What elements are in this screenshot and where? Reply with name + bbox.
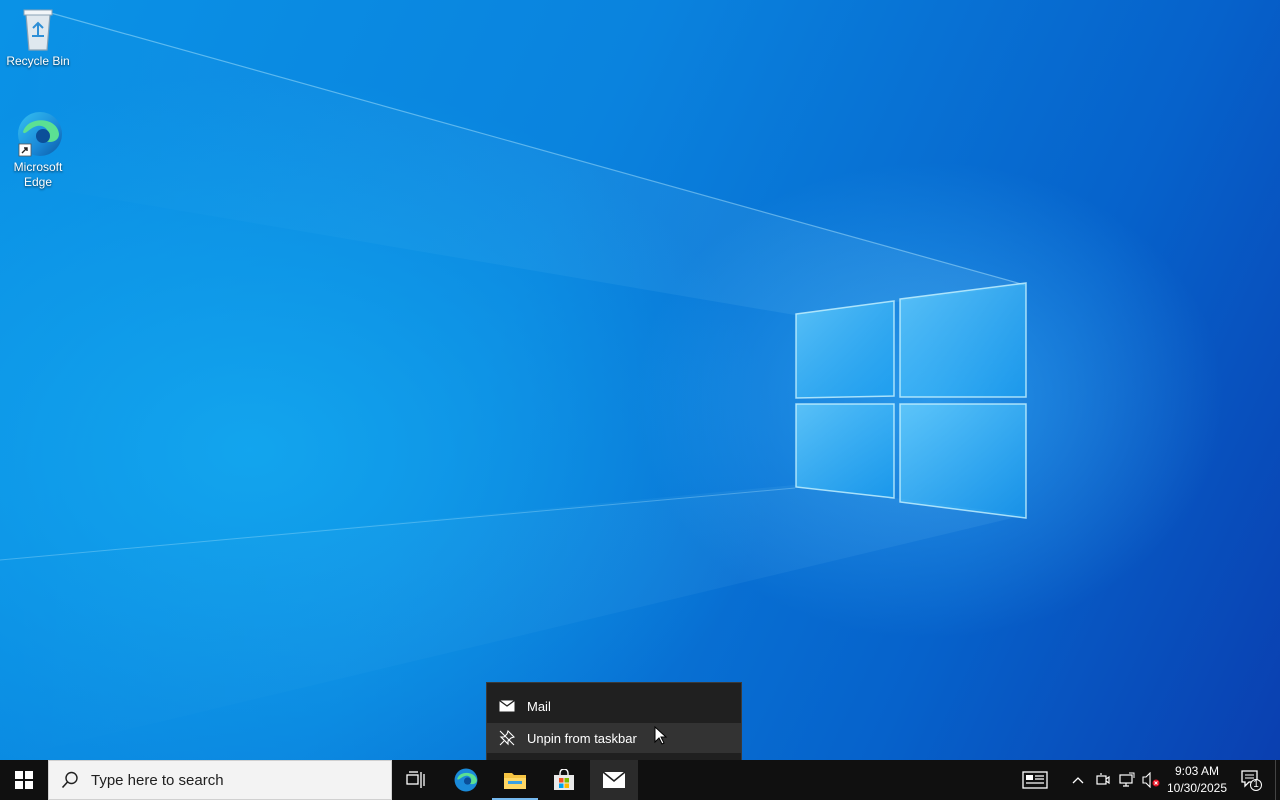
- desktop-wallpaper: Recycle Bin Microsoft Edge: [0, 0, 1280, 760]
- windows-logo-wallpaper: [0, 0, 1027, 760]
- jump-list-app-label: Mail: [527, 698, 551, 714]
- task-view-icon: [406, 771, 425, 788]
- search-placeholder: Type here to search: [91, 771, 224, 789]
- recycle-bin-label: Recycle Bin: [6, 54, 70, 68]
- clock[interactable]: 9:03 AM 10/30/2025: [1162, 763, 1232, 797]
- news-and-interests-button[interactable]: [1018, 760, 1052, 800]
- file-explorer-icon: [504, 773, 526, 789]
- edge-label-line2: Edge: [23, 175, 53, 189]
- taskbar-file-explorer-button[interactable]: [492, 760, 538, 800]
- windows-logo-icon: [15, 771, 33, 789]
- desktop-icon-edge[interactable]: Microsoft Edge: [0, 110, 76, 190]
- taskbar-edge-button[interactable]: [442, 760, 490, 800]
- taskbar-search-box[interactable]: Type here to search: [48, 760, 392, 800]
- jump-list-app-mail[interactable]: Mail: [487, 691, 741, 721]
- desktop-icon-recycle-bin[interactable]: Recycle Bin: [0, 6, 76, 69]
- network-button[interactable]: [1116, 760, 1138, 800]
- show-desktop-button[interactable]: [1275, 760, 1280, 800]
- meet-now-icon: [1096, 773, 1110, 785]
- edge-icon: [454, 768, 478, 792]
- edge-label-line1: Microsoft: [13, 160, 63, 174]
- task-view-button[interactable]: [392, 760, 440, 800]
- mouse-cursor: [654, 726, 668, 745]
- mail-icon: [499, 700, 515, 712]
- taskbar-jump-list: Mail Unpin from taskbar: [486, 682, 742, 760]
- store-icon: [554, 769, 574, 790]
- recycle-bin-icon: [23, 9, 53, 51]
- show-hidden-icons-button[interactable]: [1068, 760, 1088, 800]
- taskbar-mail-button[interactable]: [590, 760, 638, 800]
- taskbar: Type here to search 9:03 AM 10/30/2025 1: [0, 760, 1280, 800]
- volume-button[interactable]: [1140, 760, 1162, 800]
- clock-time: 9:03 AM: [1174, 764, 1220, 778]
- clock-date: 10/30/2025: [1166, 781, 1228, 795]
- volume-muted-icon: [1142, 772, 1160, 788]
- unpin-icon: [499, 730, 515, 746]
- start-button[interactable]: [0, 760, 48, 800]
- unpin-from-taskbar-item[interactable]: Unpin from taskbar: [487, 723, 741, 753]
- taskbar-store-button[interactable]: [540, 760, 588, 800]
- notification-count: 1: [1253, 779, 1259, 790]
- unpin-label: Unpin from taskbar: [527, 730, 637, 746]
- search-icon: [61, 771, 78, 789]
- edge-icon: [18, 112, 62, 157]
- action-center-button[interactable]: 1: [1234, 760, 1268, 800]
- news-icon: [1022, 771, 1048, 789]
- network-icon: [1119, 772, 1135, 787]
- chevron-up-icon: [1072, 777, 1084, 784]
- mail-icon: [602, 771, 626, 788]
- meet-now-button[interactable]: [1092, 760, 1114, 800]
